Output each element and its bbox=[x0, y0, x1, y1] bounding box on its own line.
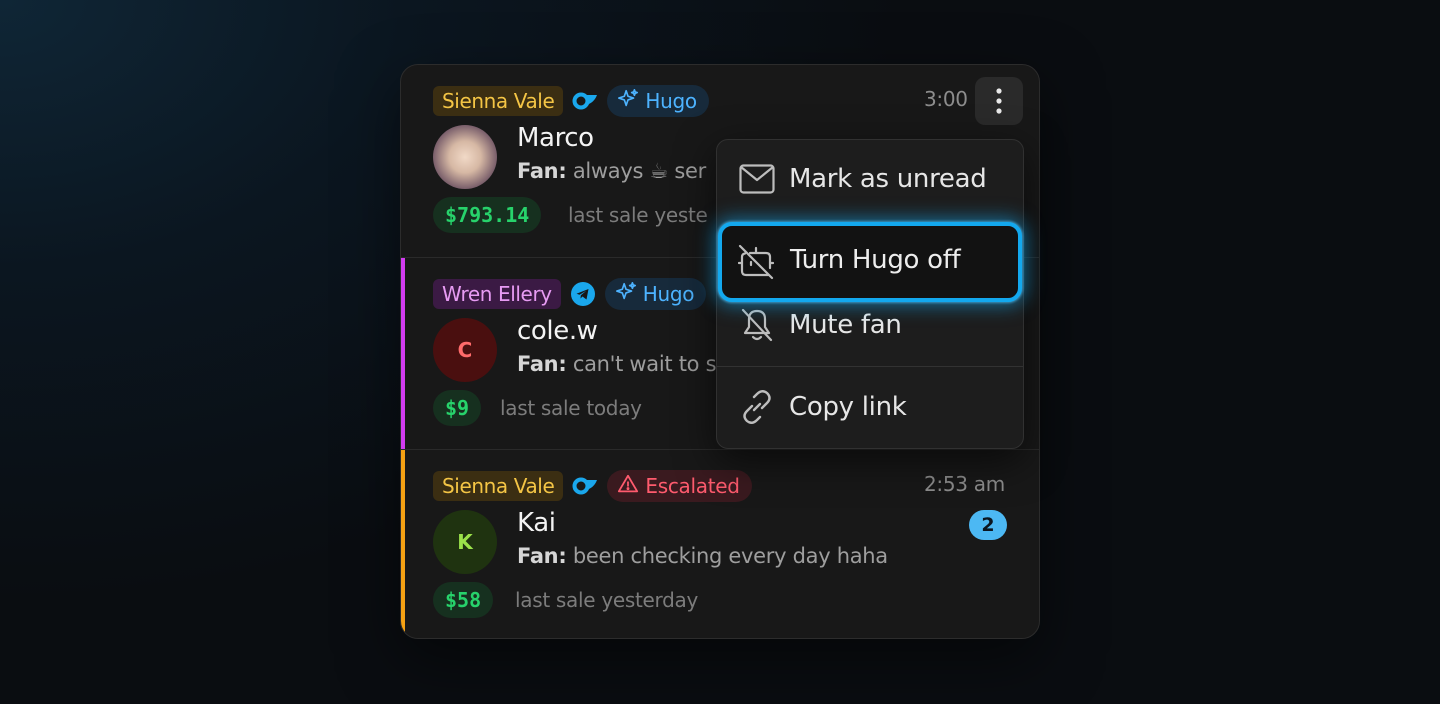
fan-name: Kai bbox=[517, 508, 556, 538]
more-options-button[interactable] bbox=[975, 77, 1023, 125]
menu-item-label: Turn Hugo off bbox=[790, 245, 961, 275]
onlyfans-icon bbox=[571, 87, 599, 115]
timestamp: 2:53 am bbox=[924, 472, 1005, 496]
bell-off-icon bbox=[739, 307, 775, 343]
creator-tag: Wren Ellery bbox=[433, 279, 561, 309]
last-sale-text: last sale today bbox=[500, 396, 642, 420]
avatar bbox=[433, 125, 497, 189]
avatar: K bbox=[433, 510, 497, 574]
warning-triangle-icon bbox=[617, 473, 639, 500]
link-icon bbox=[739, 389, 775, 425]
menu-divider bbox=[717, 366, 1023, 367]
last-sale-text: last sale yesterday bbox=[515, 588, 698, 612]
row-tags: Wren Ellery Hugo bbox=[433, 278, 707, 310]
message-preview: Fan: always ☕ ser bbox=[517, 159, 707, 183]
spend-amount: $9 bbox=[433, 390, 482, 426]
row-accent-bar bbox=[401, 450, 405, 638]
unread-count-badge: 2 bbox=[969, 510, 1007, 540]
envelope-icon bbox=[739, 161, 775, 197]
status-pill-label: Hugo bbox=[645, 89, 697, 113]
sparkles-icon bbox=[615, 281, 637, 308]
onlyfans-icon bbox=[571, 472, 599, 500]
menu-item-label: Mute fan bbox=[789, 310, 902, 340]
creator-tag: Sienna Vale bbox=[433, 86, 564, 116]
message-preview: Fan: been checking every day haha bbox=[517, 544, 888, 568]
menu-item-turn-hugo-off[interactable]: Turn Hugo off bbox=[718, 222, 1022, 302]
hugo-status-pill: Hugo bbox=[604, 278, 707, 310]
status-pill-label: Escalated bbox=[645, 474, 740, 498]
conversation-row[interactable]: Sienna Vale Escalated 2:53 am K Kai 2 Fa… bbox=[401, 449, 1039, 638]
kebab-icon bbox=[996, 88, 1002, 114]
hugo-status-pill: Hugo bbox=[607, 85, 709, 117]
sparkles-icon bbox=[617, 88, 639, 115]
menu-item-mark-unread[interactable]: Mark as unread bbox=[717, 144, 1023, 214]
last-sale-text: last sale yeste bbox=[568, 203, 708, 227]
message-preview: Fan: can't wait to s bbox=[517, 352, 717, 376]
menu-item-label: Copy link bbox=[789, 392, 907, 422]
row-tags: Sienna Vale Escalated bbox=[433, 470, 752, 502]
timestamp: 3:00 bbox=[924, 87, 968, 111]
row-tags: Sienna Vale Hugo bbox=[433, 85, 709, 117]
escalated-status-pill: Escalated bbox=[607, 470, 752, 502]
avatar: C bbox=[433, 318, 497, 382]
spend-amount: $793.14 bbox=[433, 197, 542, 233]
row-accent-bar bbox=[401, 258, 405, 449]
spend-amount: $58 bbox=[433, 582, 494, 618]
menu-item-copy-link[interactable]: Copy link bbox=[717, 372, 1023, 442]
fan-name: cole.w bbox=[517, 316, 598, 346]
fan-name: Marco bbox=[517, 123, 594, 153]
creator-tag: Sienna Vale bbox=[433, 471, 564, 501]
status-pill-label: Hugo bbox=[642, 282, 695, 306]
menu-item-label: Mark as unread bbox=[789, 164, 987, 194]
telegram-icon bbox=[569, 280, 597, 308]
bot-off-icon bbox=[738, 244, 774, 280]
